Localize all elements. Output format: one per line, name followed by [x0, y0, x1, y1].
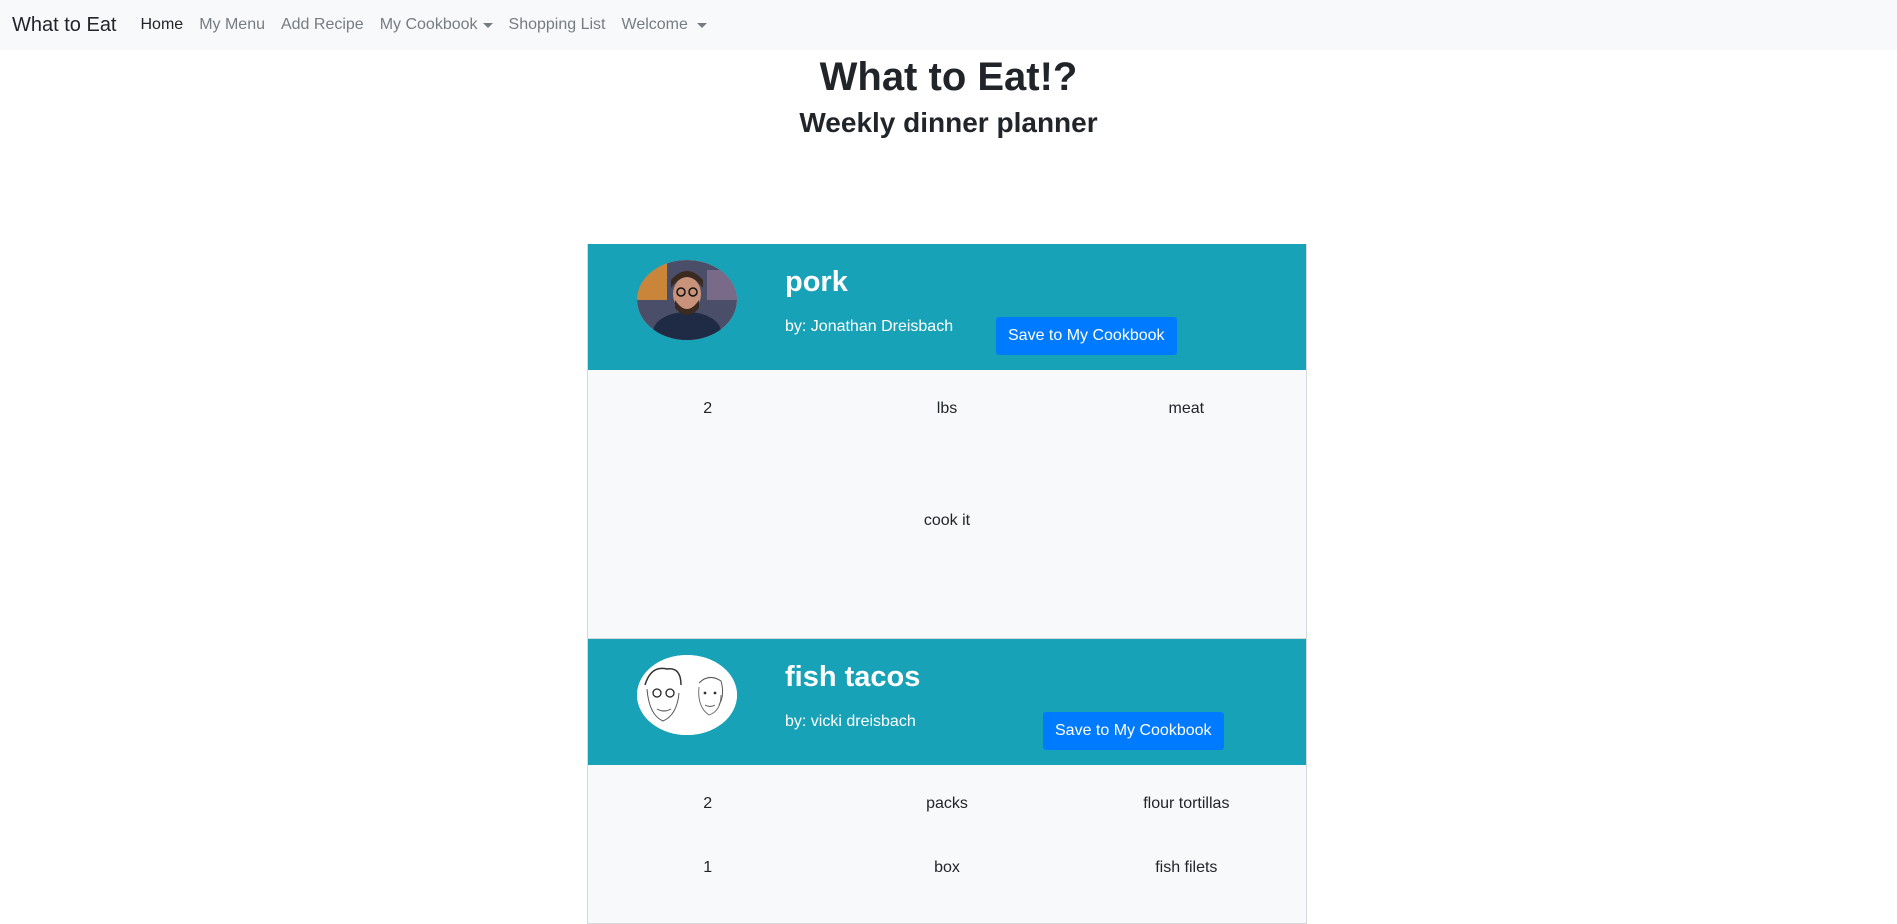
nav-welcome-dropdown[interactable]: Welcome: [622, 16, 707, 34]
page-header: What to Eat!? Weekly dinner planner: [0, 50, 1897, 143]
recipe-title: fish tacos: [785, 661, 921, 693]
nav-welcome-label: Welcome: [621, 16, 688, 33]
save-to-cookbook-button[interactable]: Save to My Cookbook: [1043, 712, 1224, 750]
ingredient-row: 1 box fish filets: [588, 859, 1306, 923]
recipe-card-header: fish tacos by: vicki dreisbach Save to M…: [588, 639, 1306, 765]
author-avatar: [637, 655, 737, 735]
chevron-down-icon: [696, 22, 707, 28]
ingredient-unit: packs: [926, 795, 968, 812]
navbar: What to Eat Home My Menu Add Recipe My C…: [0, 0, 1897, 50]
chevron-down-icon: [482, 22, 493, 28]
page-subtitle: Weekly dinner planner: [799, 107, 1098, 138]
author-photo-icon: [637, 260, 737, 340]
nav-my-menu[interactable]: My Menu: [199, 16, 265, 34]
recipe-card-body: 2 lbs meat cook it: [588, 370, 1306, 638]
ingredient-row: 2 packs flour tortillas: [588, 795, 1306, 859]
author-avatar: [637, 260, 737, 340]
ingredient-row: 2 lbs meat: [588, 400, 1306, 464]
ingredient-quantity: 2: [703, 795, 713, 812]
ingredient-unit: lbs: [936, 400, 958, 417]
recipe-card: fish tacos by: vicki dreisbach Save to M…: [587, 639, 1307, 924]
recipe-card-header: pork by: Jonathan Dreisbach Save to My C…: [588, 244, 1306, 370]
page-title: What to Eat!?: [819, 55, 1078, 99]
save-to-cookbook-button[interactable]: Save to My Cookbook: [996, 317, 1177, 355]
recipe-feed: pork by: Jonathan Dreisbach Save to My C…: [587, 244, 1307, 924]
nav-add-recipe[interactable]: Add Recipe: [281, 16, 364, 34]
nav-my-cookbook-label: My Cookbook: [379, 16, 478, 33]
recipe-author: by: Jonathan Dreisbach: [785, 318, 954, 335]
ingredient-name: flour tortillas: [1143, 795, 1230, 812]
ingredient-quantity: 2: [703, 400, 713, 417]
recipe-author: by: vicki dreisbach: [785, 713, 916, 730]
recipe-card-body: 2 packs flour tortillas 1 box fish filet…: [588, 765, 1306, 923]
nav-my-cookbook-dropdown[interactable]: My Cookbook: [380, 16, 493, 34]
recipe-directions: cook it: [923, 512, 971, 529]
recipe-card: pork by: Jonathan Dreisbach Save to My C…: [587, 244, 1307, 639]
nav-home[interactable]: Home: [141, 16, 184, 34]
navbar-brand[interactable]: What to Eat: [12, 14, 117, 37]
author-sketch-icon: [637, 655, 737, 735]
nav-shopping-list[interactable]: Shopping List: [509, 16, 606, 34]
ingredient-unit: box: [934, 859, 960, 876]
ingredient-quantity: 1: [703, 859, 713, 876]
recipe-title: pork: [785, 266, 848, 298]
ingredient-name: fish filets: [1155, 859, 1218, 876]
ingredient-name: meat: [1168, 400, 1205, 417]
